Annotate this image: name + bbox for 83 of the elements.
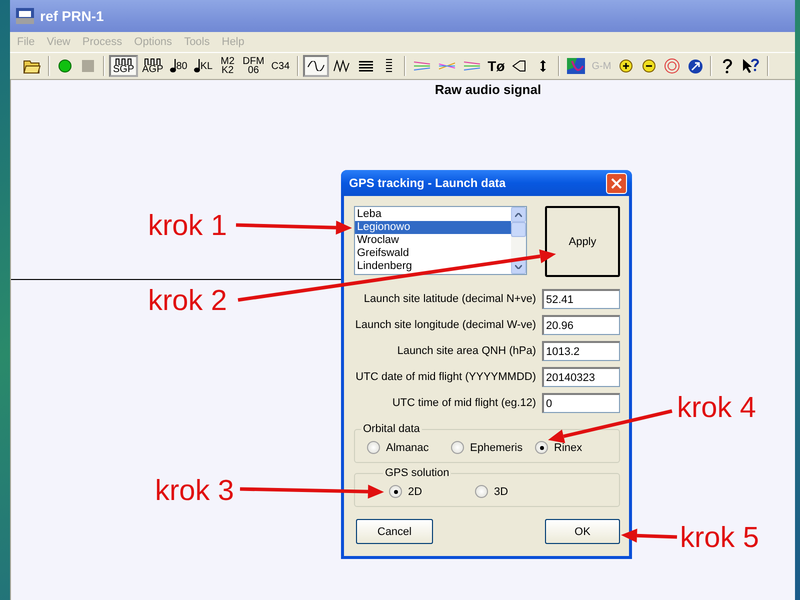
pulse-icon xyxy=(114,58,133,65)
lines-icon xyxy=(358,60,373,72)
list-item[interactable]: Leba xyxy=(355,208,511,221)
input-field[interactable]: 0 xyxy=(542,393,620,413)
circle-icon xyxy=(58,59,72,73)
radio-option[interactable]: Almanac xyxy=(367,441,451,454)
radio-option[interactable]: 3D xyxy=(475,485,555,498)
radio-label: 2D xyxy=(408,486,422,498)
step-label: krok 2 xyxy=(148,286,227,316)
colored-lines-icon xyxy=(438,60,456,72)
step-label: krok 5 xyxy=(680,523,759,553)
step-label: krok 3 xyxy=(155,476,234,506)
field-label: UTC date of mid flight (YYYYMMDD) xyxy=(356,371,536,383)
step-label: krok 1 xyxy=(148,211,227,241)
sine-wave-icon xyxy=(306,61,325,71)
note-icon xyxy=(194,59,200,73)
step-label: krok 4 xyxy=(677,393,756,423)
folder-icon xyxy=(23,58,41,74)
wave-icon xyxy=(332,60,351,72)
close-button[interactable] xyxy=(606,172,627,194)
apply-button[interactable]: Apply xyxy=(545,206,620,277)
toolbar-button[interactable]: DFM 06 xyxy=(240,55,268,77)
toolbar-button[interactable] xyxy=(302,55,329,77)
plot-title: Raw audio signal xyxy=(434,82,542,97)
toolbar-button[interactable]: C34 xyxy=(268,55,293,77)
close-icon xyxy=(611,178,622,188)
toolbar-button[interactable]: 80 xyxy=(167,55,190,77)
radio-button[interactable] xyxy=(451,441,464,454)
field-label: Launch site longitude (decimal W-ve) xyxy=(355,319,536,331)
up-down-arrow-icon xyxy=(538,59,547,73)
field-label: Launch site area QNH (hPa) xyxy=(397,345,536,357)
radio-label: Ephemeris xyxy=(470,442,523,454)
radio-option[interactable]: 2D xyxy=(389,485,475,498)
input-field[interactable]: 20140323 xyxy=(542,367,620,387)
arrow xyxy=(621,528,678,543)
radio-button[interactable] xyxy=(535,441,548,454)
input-field[interactable]: 1013.2 xyxy=(542,341,620,361)
radio-label: Almanac xyxy=(386,442,429,454)
colored-lines-icon xyxy=(412,60,431,72)
radio-button[interactable] xyxy=(389,485,402,498)
group-title: Orbital data xyxy=(362,423,421,435)
radio-label: Rinex xyxy=(554,442,582,454)
group-title: GPS solution xyxy=(384,467,450,479)
input-field[interactable]: 52.41 xyxy=(542,289,620,309)
radio-option[interactable]: Ephemeris xyxy=(451,441,535,454)
field-label: Launch site latitude (decimal N+ve) xyxy=(364,293,536,305)
pointer-help-icon xyxy=(742,58,760,74)
caret-up-icon xyxy=(515,212,522,216)
radio-button[interactable] xyxy=(475,485,488,498)
zoom-out-icon xyxy=(642,59,656,73)
app-icon xyxy=(16,8,34,24)
cancel-button[interactable]: Cancel xyxy=(356,519,433,544)
window-title: ref PRN-1 xyxy=(40,8,104,24)
lines-icon xyxy=(386,59,392,73)
zoom-in-icon xyxy=(619,59,634,73)
caret-down-icon xyxy=(515,264,522,268)
arrow-circle-icon xyxy=(688,58,703,74)
scroll-up-button[interactable] xyxy=(511,207,526,222)
ok-button[interactable]: OK xyxy=(545,519,620,544)
list-item[interactable]: Lindenberg xyxy=(355,260,511,273)
toolbar-button[interactable]: Tø xyxy=(484,55,508,77)
map-icon xyxy=(566,58,585,74)
field-label: UTC time of mid flight (eg.12) xyxy=(392,397,536,409)
target-icon xyxy=(664,58,680,74)
list-item[interactable]: Legionowo xyxy=(355,221,511,234)
square-icon xyxy=(82,60,94,72)
input-field[interactable]: 20.96 xyxy=(542,315,620,335)
dialog-title: GPS tracking - Launch data xyxy=(349,176,506,190)
list-item[interactable]: Wroclaw xyxy=(355,234,511,247)
pulse-icon xyxy=(144,58,162,65)
site-list[interactable]: Leba Legionowo Wroclaw Greifswald Lindenberg xyxy=(354,206,527,275)
radio-label: 3D xyxy=(494,486,508,498)
note-icon xyxy=(170,59,176,73)
radio-button[interactable] xyxy=(367,441,380,454)
toolbar-button[interactable]: SGP xyxy=(109,55,138,77)
toolbar-button[interactable]: M2 K2 xyxy=(216,55,239,77)
radio-option[interactable]: Rinex xyxy=(535,441,605,454)
scroll-thumb[interactable] xyxy=(511,222,526,237)
colored-lines-icon xyxy=(462,60,481,72)
help-icon xyxy=(722,58,732,74)
toolbar-button[interactable]: KL xyxy=(191,55,216,77)
toolbar-button[interactable]: AGP xyxy=(139,55,166,77)
list-item[interactable]: Greifswald xyxy=(355,247,511,260)
